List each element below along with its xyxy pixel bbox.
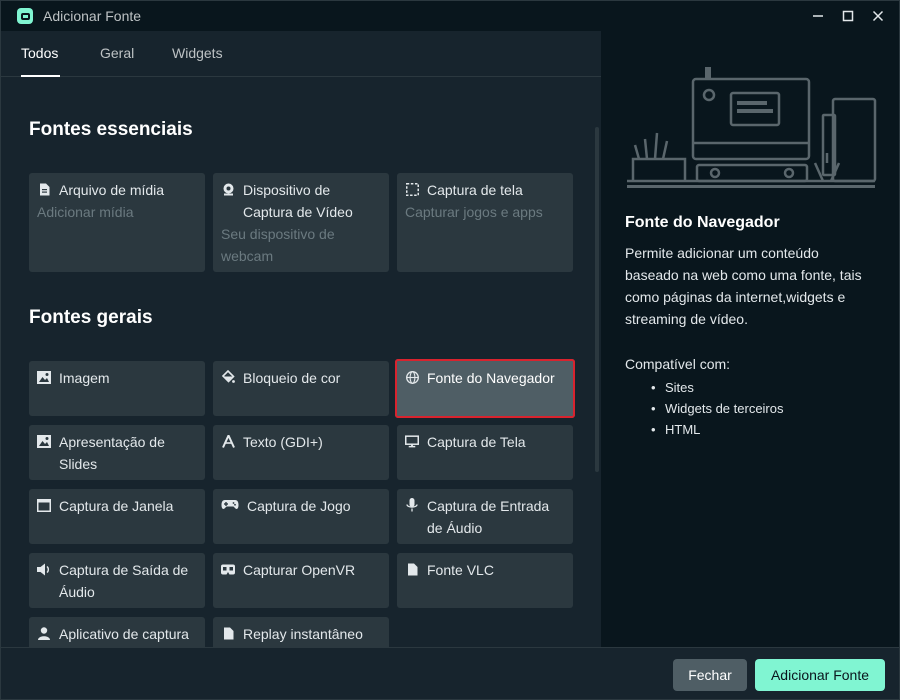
screen-selection-icon: [405, 182, 419, 196]
add-source-dialog: Adicionar Fonte Todos Geral Widgets Font…: [0, 0, 900, 700]
file-icon: [37, 182, 51, 196]
source-card-openvr-capture[interactable]: Capturar OpenVR: [213, 553, 389, 608]
close-window-button[interactable]: [863, 1, 893, 31]
active-tab-indicator: [21, 75, 60, 77]
source-name: Bloqueio de cor: [243, 370, 341, 386]
minimize-button[interactable]: [803, 1, 833, 31]
source-name: Apresentação de Slides: [59, 434, 165, 472]
window-controls: [803, 1, 893, 31]
source-card-text-gdi[interactable]: Texto (GDI+): [213, 425, 389, 480]
source-name: Aplicativo de captura: [59, 626, 189, 642]
source-description: Adicionar mídia: [37, 204, 134, 220]
source-name: Fonte VLC: [427, 562, 494, 578]
source-name: Dispositivo de Captura de Vídeo: [243, 182, 353, 220]
source-card-browser-source[interactable]: Fonte do Navegador: [395, 359, 575, 418]
source-card-audio-input-capture[interactable]: Captura de Entrada de Áudio: [397, 489, 573, 544]
tab-general[interactable]: Geral: [100, 45, 134, 61]
user-icon: [37, 626, 51, 640]
essential-sources-heading: Fontes essenciais: [29, 119, 193, 140]
source-name: Texto (GDI+): [243, 434, 323, 450]
minimize-icon: [813, 15, 823, 17]
maximize-button[interactable]: [833, 1, 863, 31]
source-card-slideshow[interactable]: Apresentação de Slides: [29, 425, 205, 480]
close-icon: [872, 10, 884, 22]
source-card-vlc-source[interactable]: Fonte VLC: [397, 553, 573, 608]
source-description: Capturar jogos e apps: [405, 204, 543, 220]
details-description: Permite adicionar um conteúdo baseado na…: [625, 245, 862, 327]
source-name: Arquivo de mídia: [59, 182, 165, 198]
speaker-icon: [37, 562, 51, 576]
tab-all[interactable]: Todos: [21, 45, 58, 61]
general-sources-heading: Fontes gerais: [29, 307, 153, 328]
source-card-window-capture[interactable]: Captura de Janela: [29, 489, 205, 544]
text-icon: [221, 434, 235, 448]
source-name: Captura de Saída de Áudio: [59, 562, 189, 600]
monitor-icon: [405, 434, 419, 448]
source-name: Captura de Entrada de Áudio: [427, 498, 550, 536]
compatibility-label: Compatível com:: [625, 356, 731, 372]
source-name: Captura de Tela: [427, 434, 526, 450]
source-card-audio-output-capture[interactable]: Captura de Saída de Áudio: [29, 553, 205, 608]
microphone-icon: [405, 498, 419, 512]
paint-bucket-icon: [221, 370, 235, 384]
sources-panel: Todos Geral Widgets Fontes essenciais Ar…: [1, 31, 601, 647]
add-source-button[interactable]: Adicionar Fonte: [755, 659, 885, 691]
title-bar: Adicionar Fonte: [1, 1, 899, 31]
slideshow-icon: [37, 434, 51, 448]
file-icon: [221, 626, 235, 640]
source-card-screen-capture[interactable]: Captura de tela Capturar jogos e apps: [397, 173, 573, 272]
compatibility-item: Widgets de terceiros: [651, 398, 783, 419]
gamepad-icon: [221, 498, 239, 512]
compatibility-item: HTML: [651, 419, 784, 440]
source-name: Captura de tela: [427, 182, 523, 198]
browser-source-illustration: [627, 67, 877, 188]
source-details-panel: Fonte do Navegador Permite adicionar um …: [601, 31, 899, 647]
compatibility-item: Sites: [651, 377, 784, 398]
source-description: Seu dispositivo de webcam: [221, 226, 335, 264]
source-card-app-capture[interactable]: Aplicativo de captura: [29, 617, 205, 647]
source-name: Captura de Janela: [59, 498, 174, 514]
source-card-image[interactable]: Imagem: [29, 361, 205, 416]
source-card-instant-replay[interactable]: Replay instantâneo: [213, 617, 389, 647]
source-card-display-capture[interactable]: Captura de Tela: [397, 425, 573, 480]
close-button[interactable]: Fechar: [673, 659, 747, 691]
source-tabs: Todos Geral Widgets: [1, 31, 601, 77]
source-card-color-block[interactable]: Bloqueio de cor: [213, 361, 389, 416]
window-title: Adicionar Fonte: [43, 8, 142, 24]
source-name: Replay instantâneo: [243, 626, 363, 642]
globe-icon: [405, 370, 419, 384]
window-icon: [37, 498, 51, 512]
source-name: Imagem: [59, 370, 110, 386]
app-logo-icon: [17, 8, 33, 24]
source-card-video-capture-device[interactable]: Dispositivo de Captura de Vídeo Seu disp…: [213, 173, 389, 272]
source-name: Captura de Jogo: [247, 498, 351, 514]
source-name: Fonte do Navegador: [427, 370, 555, 386]
image-icon: [37, 370, 51, 384]
source-name: Capturar OpenVR: [243, 562, 356, 578]
sources-scrollbar[interactable]: [595, 127, 599, 472]
webcam-icon: [221, 182, 235, 196]
dialog-footer: Fechar Adicionar Fonte: [1, 647, 899, 699]
source-card-media-file[interactable]: Arquivo de mídia Adicionar mídia: [29, 173, 205, 272]
maximize-icon: [842, 10, 854, 22]
compatibility-list: Sites Widgets de terceiros HTML: [651, 377, 784, 440]
file-icon: [405, 562, 419, 576]
vr-headset-icon: [221, 562, 235, 576]
tab-widgets[interactable]: Widgets: [172, 45, 223, 61]
details-title: Fonte do Navegador: [625, 214, 780, 231]
source-card-game-capture[interactable]: Captura de Jogo: [213, 489, 389, 544]
